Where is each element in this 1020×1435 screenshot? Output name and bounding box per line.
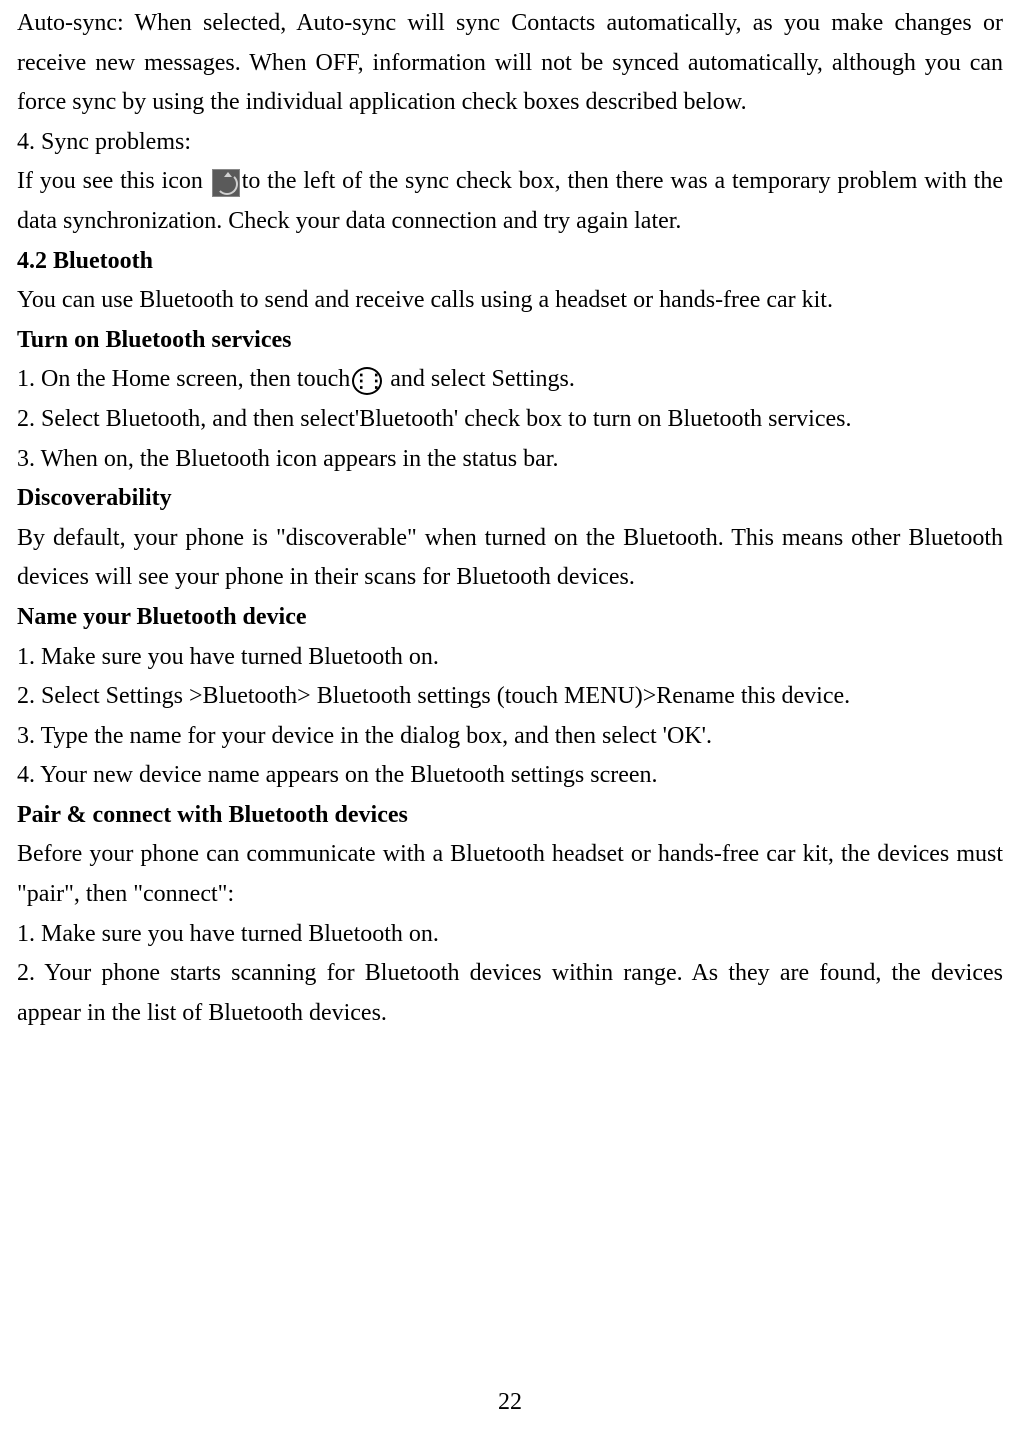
section-heading-bluetooth: 4.2 Bluetooth xyxy=(17,242,1003,282)
page-number: 22 xyxy=(0,1383,1020,1423)
subheading-discoverability: Discoverability xyxy=(17,479,1003,519)
step-3-status-bar: 3. When on, the Bluetooth icon appears i… xyxy=(17,440,1003,480)
name-step-4: 4. Your new device name appears on the B… xyxy=(17,756,1003,796)
subheading-name-device: Name your Bluetooth device xyxy=(17,598,1003,638)
text-before-apps-icon: 1. On the Home screen, then touch xyxy=(17,366,350,392)
step-1-home-screen: 1. On the Home screen, then touch and se… xyxy=(17,360,1003,400)
sync-problems-text: If you see this icon to the left of the … xyxy=(17,162,1003,241)
name-step-2: 2. Select Settings >Bluetooth> Bluetooth… xyxy=(17,677,1003,717)
discoverability-text: By default, your phone is "discoverable"… xyxy=(17,519,1003,598)
name-step-1: 1. Make sure you have turned Bluetooth o… xyxy=(17,638,1003,678)
sync-problems-heading: 4. Sync problems: xyxy=(17,123,1003,163)
pair-intro-text: Before your phone can communicate with a… xyxy=(17,835,1003,914)
subheading-turn-on: Turn on Bluetooth services xyxy=(17,321,1003,361)
name-step-3: 3. Type the name for your device in the … xyxy=(17,717,1003,757)
text-after-apps-icon: and select Settings. xyxy=(384,366,575,392)
pair-step-2: 2. Your phone starts scanning for Blueto… xyxy=(17,954,1003,1033)
text-before-sync-icon: If you see this icon xyxy=(17,168,210,194)
step-2-select-bluetooth: 2. Select Bluetooth, and then select'Blu… xyxy=(17,400,1003,440)
pair-step-1: 1. Make sure you have turned Bluetooth o… xyxy=(17,915,1003,955)
bluetooth-intro-text: You can use Bluetooth to send and receiv… xyxy=(17,281,1003,321)
sync-error-icon xyxy=(212,169,240,197)
body-text-autosync: Auto-sync: When selected, Auto-sync will… xyxy=(17,4,1003,123)
apps-grid-icon xyxy=(352,367,382,395)
subheading-pair-connect: Pair & connect with Bluetooth devices xyxy=(17,796,1003,836)
